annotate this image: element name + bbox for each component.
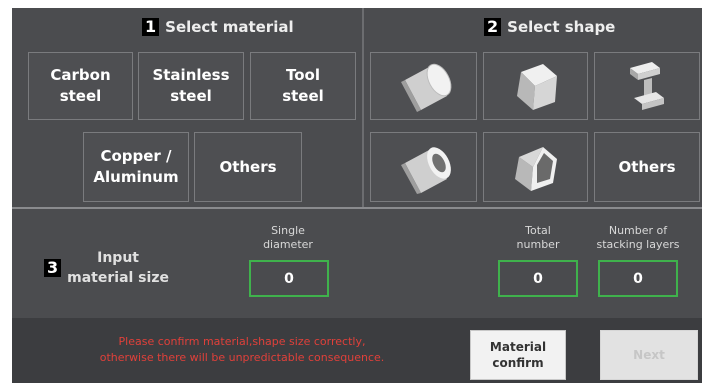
material-confirm-button[interactable]: Material confirm (470, 330, 566, 380)
step-number-1: 1 (142, 18, 160, 36)
material-others-button[interactable]: Others (194, 132, 302, 202)
section-divider-horizontal (12, 207, 702, 209)
material-section-header: 1 Select material (142, 18, 294, 36)
material-carbon-steel-button[interactable]: Carbon steel (28, 52, 133, 120)
hollow-tube-icon (400, 147, 451, 194)
step-number-3: 3 (44, 259, 62, 277)
section-divider-vertical (362, 8, 364, 207)
stacking-layers-input[interactable]: 0 (598, 260, 678, 297)
size-section-header: 3 Input material size (44, 248, 169, 288)
hollow-square-tube-icon (514, 147, 557, 191)
stacking-layers-label: Number of stacking layers (596, 224, 680, 251)
step-number-2: 2 (484, 18, 502, 36)
shape-others-button[interactable]: Others (594, 132, 700, 202)
material-option-label: Copper / Aluminum (93, 147, 179, 186)
warning-message: Please confirm material,shape size corre… (99, 335, 385, 364)
shape-hollow-square-tube-button[interactable] (483, 132, 588, 202)
shape-i-beam-button[interactable] (594, 52, 700, 120)
material-option-label: Stainless steel (152, 66, 230, 105)
total-number-label: Total number (516, 224, 560, 251)
shape-section-title: Select shape (507, 18, 616, 36)
size-section-title: Input material size (67, 250, 169, 286)
material-copper-aluminum-button[interactable]: Copper / Aluminum (83, 132, 189, 202)
i-beam-icon (630, 62, 664, 110)
material-section-title: Select material (165, 18, 294, 36)
solid-cylinder-icon (400, 63, 451, 112)
material-stainless-steel-button[interactable]: Stainless steel (138, 52, 244, 120)
solid-cube-icon (516, 64, 557, 110)
material-option-label: Others (219, 157, 277, 176)
shape-solid-cylinder-button[interactable] (370, 52, 477, 120)
material-option-label: Tool steel (282, 66, 324, 105)
shape-hollow-tube-button[interactable] (370, 132, 477, 202)
shape-others-label: Others (618, 157, 676, 176)
material-tool-steel-button[interactable]: Tool steel (250, 52, 356, 120)
shape-section-header: 2 Select shape (484, 18, 615, 36)
next-button[interactable]: Next (600, 330, 698, 380)
single-diameter-label: Single diameter (263, 224, 313, 251)
material-setup-panel: 1 Select material Carbon steel Stainless… (12, 8, 702, 383)
shape-solid-cube-button[interactable] (483, 52, 588, 120)
material-option-label: Carbon steel (50, 66, 111, 105)
single-diameter-input[interactable]: 0 (249, 260, 329, 297)
total-number-input[interactable]: 0 (498, 260, 578, 297)
